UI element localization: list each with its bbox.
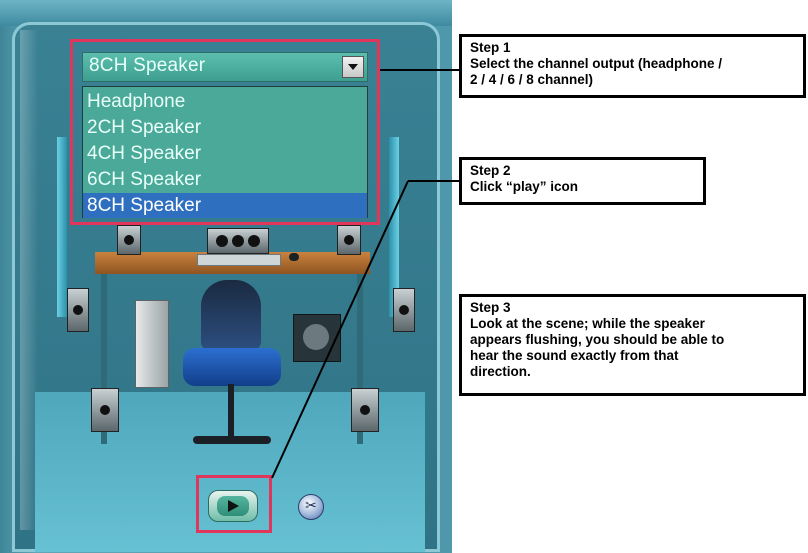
step1-callout: Step 1 Select the channel output (headph… <box>459 34 806 98</box>
step3-text-line: Look at the scene; while the speaker <box>470 316 705 331</box>
step1-title: Step 1 <box>470 40 511 55</box>
step2-callout: Step 2 Click “play” icon <box>459 157 706 205</box>
step3-text-line: direction. <box>470 364 531 379</box>
step3-text-line: hear the sound exactly from that <box>470 348 679 363</box>
step3-callout: Step 3 Look at the scene; while the spea… <box>459 294 806 396</box>
step2-title: Step 2 <box>470 163 511 178</box>
step3-title: Step 3 <box>470 300 511 315</box>
step3-text-line: appears flushing, you should be able to <box>470 332 725 347</box>
step2-connector-diagonal <box>271 180 409 479</box>
step1-text-line: 2 / 4 / 6 / 8 channel) <box>470 72 594 87</box>
step1-text-line: Select the channel output (headphone / <box>470 56 723 71</box>
step2-text-line: Click “play” icon <box>470 179 579 194</box>
